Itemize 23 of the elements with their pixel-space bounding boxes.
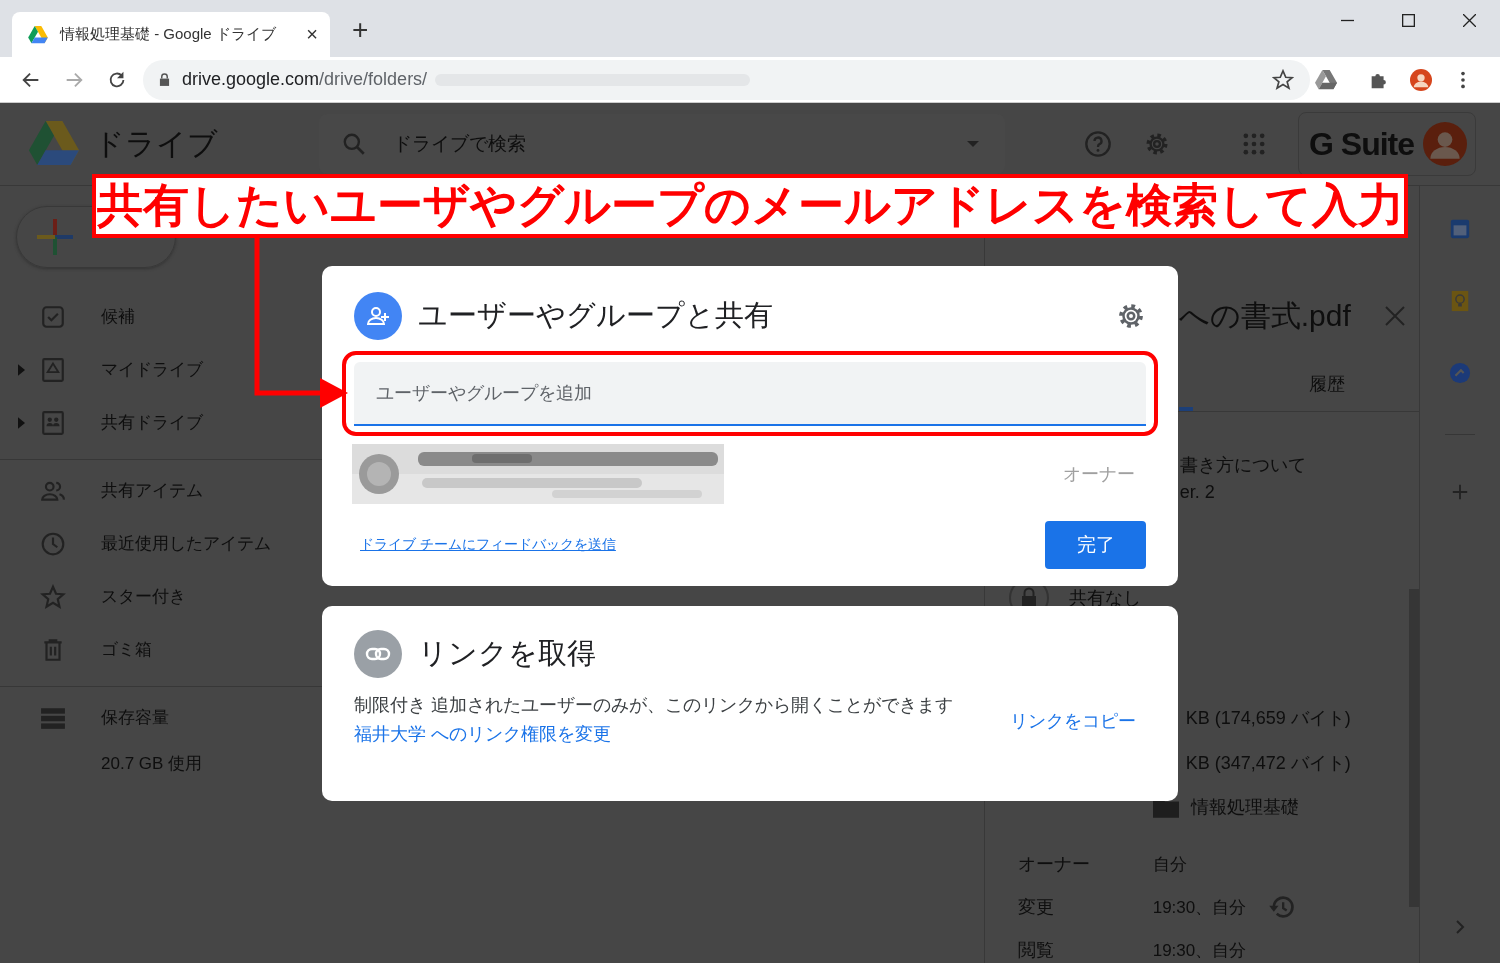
location-text: 情報処理基礎 [1190,796,1299,819]
dialog-title: ユーザーやグループと共有 [418,298,773,333]
meta-value: 19:30、自分 [1152,939,1247,962]
tab-title: 情報処理基礎 - Google ドライブ [60,25,277,44]
meta-label: 変更 [1017,896,1055,919]
meta-value: 自分 [1152,853,1187,876]
annotation-tooltip: 共有したいユーザやグループのメールアドレスを検索して入力 [92,174,1408,238]
search-placeholder: ドライブで検索 [393,132,526,156]
owner-role: オーナー [1063,463,1135,486]
file-title: への書式.pdf [1178,297,1351,334]
meta-value: 19:30、自分 [1152,896,1247,919]
dialog-title: リンクを取得 [418,636,596,671]
brand-name: G Suite [1309,125,1414,163]
link-description: 制限付き 追加されたユーザーのみが、このリンクから開くことができます [354,694,954,717]
meta-label: オーナー [1017,853,1091,876]
storage-usage: 20.7 GB 使用 [101,753,204,775]
description-text: 書き方について [1179,454,1307,477]
meta-label: 閲覧 [1017,939,1055,962]
description-text: er. 2 [1179,481,1216,504]
app-name: ドライブ [94,125,219,162]
file-size: KB (347,472 バイト) [1185,752,1352,775]
file-size: KB (174,659 バイト) [1185,707,1352,730]
url-text: drive.google.com/drive/folders/ [182,69,428,90]
